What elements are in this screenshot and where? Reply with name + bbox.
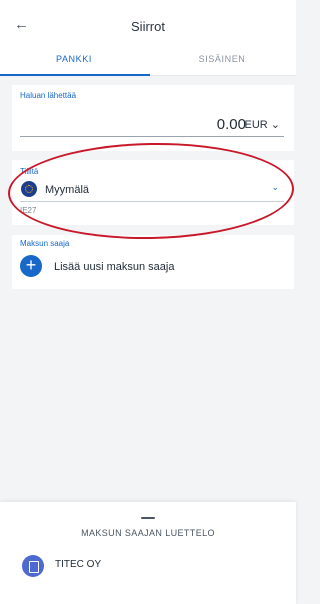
tab-bar: PANKKI SISÄINEN — [0, 50, 296, 76]
active-tab-indicator — [0, 74, 150, 76]
payee-list-sheet: MAKSUN SAAJAN LUETTELO TITEC OY — [0, 502, 296, 604]
building-icon[interactable] — [22, 555, 44, 577]
add-payee-button[interactable]: Lisää uusi maksun saaja — [54, 261, 174, 273]
from-account-card[interactable]: Tililtä Myymälä ⌄ IE27 — [12, 160, 294, 225]
amount-underline — [20, 136, 284, 137]
payee-list-title: MAKSUN SAAJAN LUETTELO — [81, 528, 215, 538]
drag-handle[interactable] — [141, 517, 155, 519]
payee-label: Maksun saaja — [20, 239, 70, 248]
top-bar: ← Siirrot PANKKI SISÄINEN — [0, 0, 296, 76]
tab-sisainen[interactable]: SISÄINEN — [148, 54, 296, 64]
currency-code: EUR — [244, 119, 268, 131]
tab-pankki[interactable]: PANKKI — [0, 54, 148, 64]
currency-select[interactable]: EUR ⌄ — [244, 118, 280, 131]
payee-list-item[interactable]: TITEC OY — [55, 559, 101, 570]
account-underline — [20, 201, 284, 202]
amount-label: Haluan lähettää — [20, 91, 77, 100]
payee-card: Maksun saaja + Lisää uusi maksun saaja — [12, 235, 294, 289]
eu-flag-icon — [21, 181, 37, 197]
chevron-down-icon[interactable]: ⌄ — [271, 182, 279, 193]
amount-card: Haluan lähettää 0.00 EUR ⌄ — [12, 85, 294, 151]
from-account-label: Tililtä — [20, 167, 39, 176]
add-payee-plus-icon[interactable]: + — [20, 255, 42, 277]
account-name: Myymälä — [45, 184, 90, 196]
page-title: Siirrot — [131, 19, 165, 34]
account-iban: IE27 — [20, 206, 37, 215]
chevron-down-icon: ⌄ — [270, 119, 280, 131]
amount-input[interactable]: 0.00 — [217, 116, 246, 133]
